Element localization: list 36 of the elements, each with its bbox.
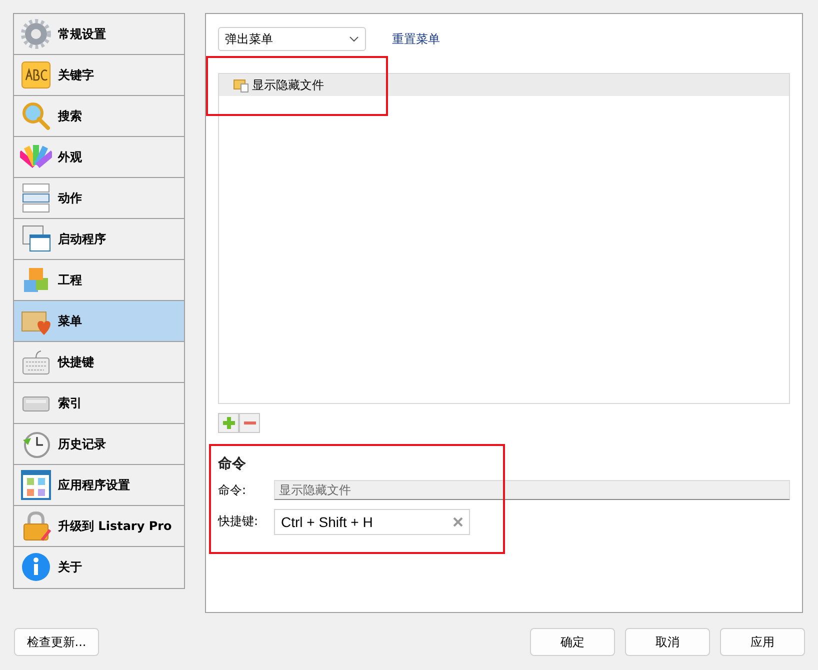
app-grid-icon <box>20 469 52 501</box>
sidebar-item[interactable]: 菜单 <box>14 301 184 342</box>
magnifier-icon <box>20 100 52 132</box>
info-icon <box>20 551 52 583</box>
abc-icon <box>20 59 52 91</box>
sidebar-item[interactable]: 外观 <box>14 137 184 178</box>
add-button[interactable] <box>218 413 239 433</box>
sidebar-item[interactable]: 关键字 <box>14 55 184 96</box>
sidebar-item[interactable]: 动作 <box>14 178 184 219</box>
field-label: 快捷键: <box>218 512 260 530</box>
window-list-icon <box>20 182 52 214</box>
reset-menu-link[interactable]: 重置菜单 <box>392 30 440 48</box>
chevron-down-icon <box>349 36 359 42</box>
menu-dropdown[interactable]: 弹出菜单 <box>218 27 366 51</box>
remove-button[interactable] <box>239 413 260 433</box>
dialog-button[interactable]: 取消 <box>625 628 710 656</box>
sidebar-item[interactable]: 索引 <box>14 383 184 424</box>
clear-icon[interactable] <box>453 517 463 527</box>
sidebar-item[interactable]: 常规设置 <box>14 14 184 55</box>
dialog-button[interactable]: 应用 <box>720 628 805 656</box>
field-label: 命令: <box>218 482 248 498</box>
sidebar-item[interactable]: 关于 <box>14 547 184 587</box>
shortcut-field[interactable]: Ctrl + Shift + H <box>274 509 470 535</box>
folder-file-icon <box>233 77 249 93</box>
plus-icon <box>222 416 236 430</box>
gear-icon <box>20 18 52 50</box>
sidebar-item[interactable]: 历史记录 <box>14 424 184 465</box>
sidebar-item[interactable]: 升级到 Listary Pro <box>14 506 184 547</box>
sidebar-item[interactable]: 应用程序设置 <box>14 465 184 506</box>
menu-list-item[interactable]: 显示隐藏文件 <box>219 74 789 96</box>
sidebar-item[interactable]: 搜索 <box>14 96 184 137</box>
check-update-button[interactable]: 检查更新... <box>14 628 99 656</box>
dialog-button[interactable]: 确定 <box>530 628 615 656</box>
sidebar-item[interactable]: 启动程序 <box>14 219 184 260</box>
section-title: 命令 <box>218 455 247 473</box>
sidebar-item[interactable]: 快捷键 <box>14 342 184 383</box>
